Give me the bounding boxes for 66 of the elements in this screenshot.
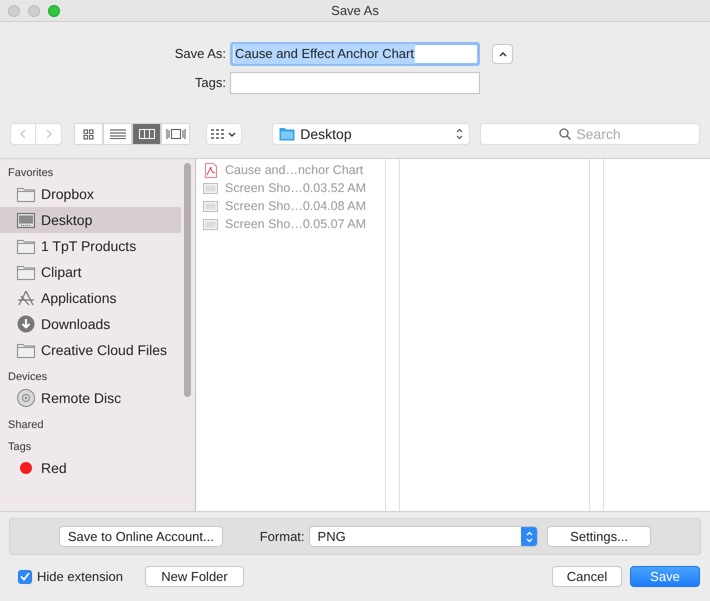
view-mode-button[interactable] bbox=[103, 123, 132, 145]
search-icon bbox=[559, 128, 572, 140]
tags-field[interactable] bbox=[230, 72, 480, 94]
list-view-icon bbox=[110, 129, 126, 139]
sidebar-item[interactable]: Remote Disc bbox=[0, 385, 181, 411]
arrange-button[interactable] bbox=[206, 123, 242, 145]
column-resize-strip[interactable] bbox=[590, 159, 604, 511]
settings-button[interactable]: Settings... bbox=[547, 526, 651, 547]
folder-icon bbox=[16, 238, 34, 254]
checkmark-icon bbox=[20, 572, 30, 581]
new-folder-button[interactable]: New Folder bbox=[145, 566, 244, 587]
back-button[interactable] bbox=[10, 123, 36, 145]
window-title: Save As bbox=[331, 2, 379, 20]
pdf-file-icon bbox=[204, 162, 218, 178]
cover-flow-icon bbox=[166, 129, 186, 139]
arrange-icon bbox=[210, 129, 238, 139]
collapse-button[interactable] bbox=[492, 44, 513, 64]
folder-icon bbox=[279, 127, 296, 141]
column-resize-strip[interactable] bbox=[386, 159, 400, 511]
view-mode-button[interactable] bbox=[161, 123, 190, 145]
sidebar-heading: Shared bbox=[7, 418, 44, 433]
desktop-icon bbox=[16, 212, 34, 228]
save-as-label: Save As: bbox=[174, 45, 226, 64]
applications-icon bbox=[16, 290, 34, 306]
image-file-icon bbox=[203, 182, 218, 194]
save-to-online-account-button[interactable]: Save to Online Account... bbox=[59, 526, 223, 547]
save-as-field[interactable]: Cause and Effect Anchor Chart bbox=[230, 42, 480, 66]
disc-icon bbox=[16, 389, 34, 407]
zoom-button[interactable] bbox=[48, 4, 60, 16]
updown-arrows-icon bbox=[456, 128, 463, 140]
format-popup[interactable]: PNG bbox=[308, 526, 538, 547]
chevron-right-icon bbox=[46, 129, 52, 139]
tags-label: Tags: bbox=[194, 74, 226, 92]
cancel-button[interactable]: Cancel bbox=[552, 566, 622, 587]
scrollbar-thumb[interactable] bbox=[184, 163, 191, 397]
icon-view-icon bbox=[83, 128, 94, 140]
forward-button[interactable] bbox=[36, 123, 62, 145]
folder-icon bbox=[16, 342, 34, 358]
column-view-icon bbox=[138, 129, 154, 139]
sidebar-item[interactable]: Clipart bbox=[0, 259, 181, 285]
view-mode-button[interactable] bbox=[74, 123, 103, 145]
sidebar-item[interactable]: Red bbox=[0, 455, 181, 481]
hide-extension-checkbox[interactable] bbox=[18, 570, 32, 584]
sidebar-item[interactable]: Desktop bbox=[0, 207, 181, 233]
image-file-icon bbox=[203, 218, 218, 230]
sidebar-heading: Devices bbox=[7, 370, 48, 385]
format-label: Format: bbox=[260, 528, 305, 546]
chevron-left-icon bbox=[20, 129, 26, 139]
updown-arrows-icon bbox=[521, 527, 538, 546]
chevron-up-icon bbox=[498, 52, 506, 56]
folder-icon bbox=[16, 264, 34, 280]
close-button[interactable] bbox=[8, 4, 20, 16]
view-mode-button[interactable] bbox=[132, 123, 161, 145]
sidebar-item[interactable]: Creative Cloud Files bbox=[0, 337, 181, 363]
sidebar-item[interactable]: Applications bbox=[0, 285, 181, 311]
sidebar-heading: Tags bbox=[7, 440, 32, 455]
sidebar-item[interactable]: 1 TpT Products bbox=[0, 233, 181, 259]
sidebar-item[interactable]: Dropbox bbox=[0, 181, 181, 207]
hide-extension-label: Hide extension bbox=[37, 568, 123, 586]
folder-icon bbox=[16, 186, 34, 202]
minimize-button[interactable] bbox=[28, 4, 40, 16]
sidebar-heading: Favorites bbox=[7, 166, 54, 181]
image-file-icon bbox=[203, 200, 218, 212]
download-icon bbox=[16, 315, 34, 333]
location-popup[interactable]: Desktop bbox=[272, 123, 470, 145]
sidebar-item[interactable]: Downloads bbox=[0, 311, 181, 337]
